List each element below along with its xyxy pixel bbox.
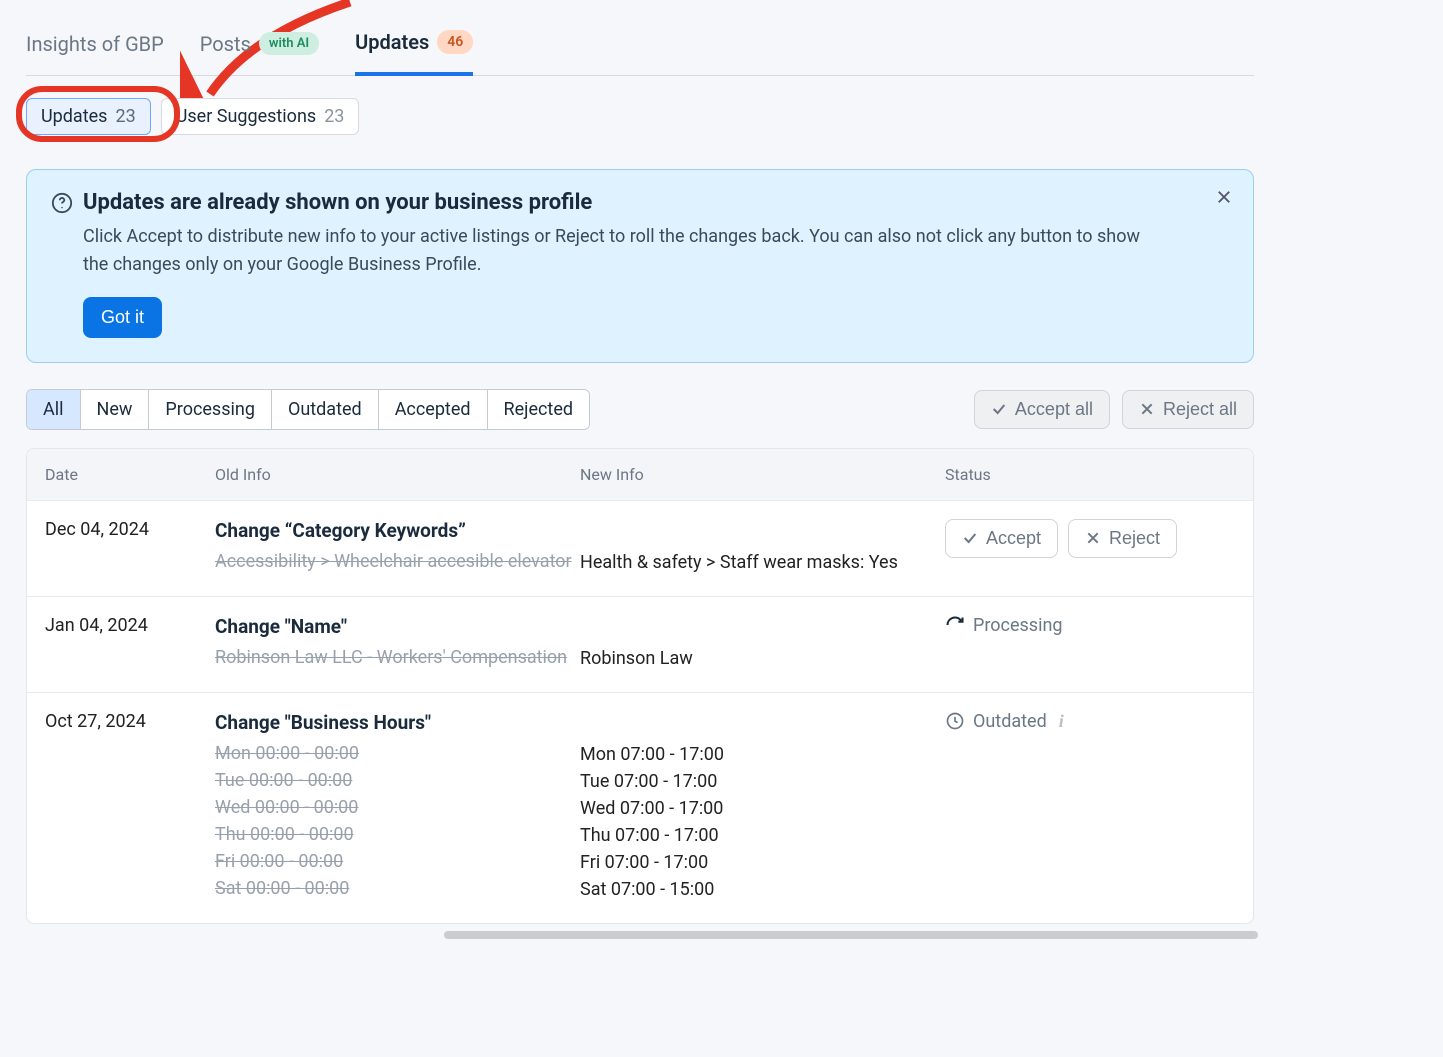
check-icon [962, 530, 978, 546]
change-title: Change "Name" [215, 615, 580, 638]
tab-updates[interactable]: Updates 46 [355, 20, 473, 76]
top-tab-bar: Insights of GBP Posts with AI Updates 46 [26, 20, 1254, 76]
filter-rejected[interactable]: Rejected [488, 390, 590, 429]
updates-table: Date Old Info New Info Status Dec 04, 20… [26, 448, 1254, 924]
banner-close-button[interactable] [1215, 188, 1233, 210]
new-info-line: Robinson Law [580, 645, 945, 672]
sub-tab-suggestions-count: 23 [324, 106, 344, 127]
sub-tab-updates[interactable]: Updates 23 [26, 98, 151, 135]
filter-processing[interactable]: Processing [149, 390, 272, 429]
sub-tab-suggestions-label: User Suggestions [176, 106, 317, 127]
refresh-icon [945, 615, 965, 635]
filter-outdated[interactable]: Outdated [272, 390, 379, 429]
tab-posts[interactable]: Posts with AI [200, 22, 319, 74]
tab-insights-label: Insights of GBP [26, 32, 164, 56]
col-new: New Info [580, 465, 945, 484]
filter-accepted[interactable]: Accepted [379, 390, 488, 429]
reject-button[interactable]: Reject [1068, 519, 1177, 558]
table-row: Dec 04, 2024Change “Category Keywords” Ac… [27, 500, 1253, 596]
filter-row: All New Processing Outdated Accepted Rej… [26, 389, 1254, 430]
close-icon [1215, 188, 1233, 206]
row-new-info: Health & safety > Staff wear masks: Yes [580, 519, 945, 576]
info-banner: Updates are already shown on your busine… [26, 169, 1254, 363]
new-info-line: Sat 07:00 - 15:00 [580, 876, 945, 903]
col-date: Date [45, 465, 215, 484]
status-processing-label: Processing [973, 615, 1063, 636]
old-info-line: Tue 00:00 - 00:00 [215, 767, 580, 794]
accept-label: Accept [986, 528, 1041, 549]
tab-insights[interactable]: Insights of GBP [26, 22, 164, 74]
new-info-line: Fri 07:00 - 17:00 [580, 849, 945, 876]
col-status: Status [945, 465, 1235, 484]
ai-badge: with AI [259, 32, 319, 55]
close-icon [1139, 401, 1155, 417]
row-new-info: Robinson Law [580, 615, 945, 672]
new-info-line: Tue 07:00 - 17:00 [580, 768, 945, 795]
row-old-info: Change "Name" Robinson Law LLC - Workers'… [215, 615, 580, 671]
status-processing: Processing [945, 615, 1235, 636]
new-info-line: Thu 07:00 - 17:00 [580, 822, 945, 849]
table-row: Oct 27, 2024Change "Business Hours"Mon 0… [27, 692, 1253, 923]
got-it-button[interactable]: Got it [83, 297, 162, 338]
help-circle-icon [51, 192, 73, 214]
clock-icon [945, 711, 965, 731]
new-info-line: Wed 07:00 - 17:00 [580, 795, 945, 822]
row-new-info: Mon 07:00 - 17:00Tue 07:00 - 17:00Wed 07… [580, 711, 945, 903]
row-status: Accept Reject [945, 519, 1235, 558]
reject-label: Reject [1109, 528, 1160, 549]
row-status: Processing [945, 615, 1235, 636]
old-info-line: Thu 00:00 - 00:00 [215, 821, 580, 848]
row-date: Jan 04, 2024 [45, 615, 215, 636]
accept-all-label: Accept all [1015, 399, 1093, 420]
new-info-line: Mon 07:00 - 17:00 [580, 741, 945, 768]
sub-tab-updates-label: Updates [41, 106, 107, 127]
row-date: Oct 27, 2024 [45, 711, 215, 732]
banner-body-text: Click Accept to distribute new info to y… [83, 223, 1169, 279]
bulk-actions: Accept all Reject all [974, 390, 1254, 429]
old-info-line: Mon 00:00 - 00:00 [215, 740, 580, 767]
new-info-line: Health & safety > Staff wear masks: Yes [580, 549, 945, 576]
status-filter-group: All New Processing Outdated Accepted Rej… [26, 389, 590, 430]
reject-all-button[interactable]: Reject all [1122, 390, 1254, 429]
filter-all[interactable]: All [27, 390, 81, 429]
filter-new[interactable]: New [81, 390, 150, 429]
accept-all-button[interactable]: Accept all [974, 390, 1110, 429]
row-status: Outdated i [945, 711, 1235, 732]
change-title: Change "Business Hours" [215, 711, 580, 734]
close-icon [1085, 530, 1101, 546]
horizontal-scrollbar[interactable] [26, 928, 1254, 942]
accept-button[interactable]: Accept [945, 519, 1058, 558]
status-outdated: Outdated i [945, 711, 1235, 732]
status-outdated-label: Outdated [973, 711, 1047, 732]
tab-updates-label: Updates [355, 30, 429, 54]
old-info-line: Robinson Law LLC - Workers' Compensation [215, 644, 580, 671]
table-row: Jan 04, 2024Change "Name" Robinson Law LL… [27, 596, 1253, 692]
check-icon [991, 401, 1007, 417]
row-old-info: Change "Business Hours" Mon 00:00 - 00:00… [215, 711, 580, 902]
old-info-line: Accessibility > Wheelchair accesible ele… [215, 548, 580, 575]
info-icon[interactable]: i [1059, 711, 1064, 732]
sub-tab-bar: Updates 23 User Suggestions 23 [26, 98, 359, 135]
sub-tab-updates-count: 23 [115, 106, 135, 127]
change-title: Change “Category Keywords” [215, 519, 580, 542]
table-header: Date Old Info New Info Status [27, 449, 1253, 500]
reject-all-label: Reject all [1163, 399, 1237, 420]
col-old: Old Info [215, 465, 580, 484]
old-info-line: Sat 00:00 - 00:00 [215, 875, 580, 902]
row-date: Dec 04, 2024 [45, 519, 215, 540]
sub-tab-suggestions[interactable]: User Suggestions 23 [161, 98, 360, 135]
old-info-line: Fri 00:00 - 00:00 [215, 848, 580, 875]
banner-title-text: Updates are already shown on your busine… [83, 190, 592, 215]
banner-title: Updates are already shown on your busine… [51, 190, 1229, 215]
tab-posts-label: Posts [200, 32, 251, 56]
old-info-line: Wed 00:00 - 00:00 [215, 794, 580, 821]
updates-count-badge: 46 [437, 30, 473, 54]
row-old-info: Change “Category Keywords” Accessibility … [215, 519, 580, 575]
